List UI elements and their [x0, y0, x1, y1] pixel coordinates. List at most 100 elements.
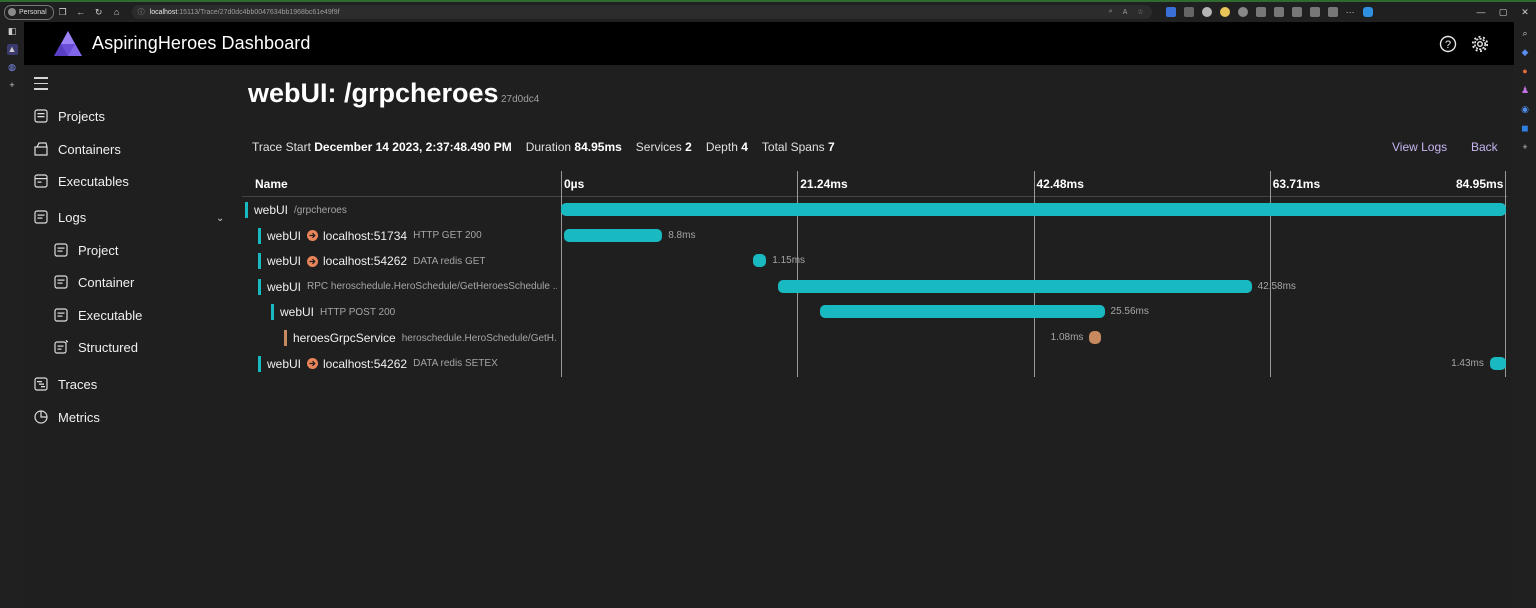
nav-metrics[interactable]: Metrics [34, 408, 100, 426]
more-menu-icon[interactable]: ··· [1346, 7, 1355, 17]
app-header: AspiringHeroes Dashboard ? [24, 22, 1514, 65]
zoom-icon[interactable]: ⌕ [1109, 8, 1113, 16]
timeline-tick-label: 63.71ms [1272, 177, 1321, 191]
extension-icon[interactable] [1165, 7, 1176, 17]
extensions-icon[interactable] [1327, 7, 1338, 17]
workspaces-icon[interactable]: ❐ [54, 7, 72, 18]
nav-logs-container[interactable]: Container [54, 273, 134, 291]
favorites-icon[interactable] [1273, 7, 1284, 17]
trace-waterfall: Name 0µs 21.24ms 42.48ms 63.71ms 84.95ms web… [242, 171, 1508, 377]
span-bar[interactable] [561, 203, 1506, 216]
address-bar[interactable]: ⓘ localhost :15113/Trace/27d0dc4bb004763… [131, 5, 1152, 19]
span-name-cell: webUI HTTP POST 200 [271, 299, 395, 325]
span-bar[interactable] [777, 279, 1252, 293]
aspire-logo-icon [54, 30, 82, 56]
outgoing-call-icon [307, 255, 319, 267]
extension-shield-icon[interactable] [1183, 7, 1194, 17]
nav-logs-executable[interactable]: Executable [54, 306, 142, 324]
executables-icon [34, 174, 48, 188]
performance-icon[interactable] [1309, 7, 1320, 17]
games-icon[interactable]: ♟ [1520, 85, 1531, 96]
tab-second-icon[interactable]: ◍ [7, 62, 18, 73]
span-row[interactable]: webUI RPC heroschedule.HeroSchedule/GetHe… [242, 274, 1508, 300]
extension-yellow-icon[interactable] [1219, 7, 1230, 17]
tools-icon[interactable]: ● [1520, 66, 1531, 77]
outgoing-call-icon [307, 358, 319, 370]
menu-toggle-icon[interactable] [34, 77, 48, 94]
trace-total-spans: Total Spans 7 [761, 140, 835, 154]
trace-duration: Duration 84.95ms [525, 140, 622, 154]
container-log-icon [54, 275, 68, 289]
nav-label: Traces [58, 376, 98, 392]
nav-containers[interactable]: Containers [34, 140, 121, 158]
span-row[interactable]: webUI localhost:54262 DATA redis GET 1.15ms [242, 248, 1508, 274]
app-title[interactable]: AspiringHeroes Dashboard [92, 33, 311, 54]
span-bar[interactable] [820, 305, 1105, 319]
span-row[interactable]: webUI HTTP POST 200 25.56ms [242, 299, 1508, 325]
gear-icon [1471, 35, 1489, 52]
view-logs-link[interactable]: View Logs [1392, 140, 1447, 154]
extension-sync-icon[interactable] [1237, 7, 1248, 17]
tab-actions-icon[interactable]: ◧ [7, 26, 18, 37]
span-row[interactable]: webUI localhost:51734 HTTP GET 200 8.8ms [242, 223, 1508, 249]
settings-button[interactable] [1470, 34, 1490, 54]
profile-button[interactable]: Personal [4, 4, 54, 20]
span-bar[interactable] [1089, 331, 1102, 344]
span-destination: localhost:54262 [323, 356, 408, 371]
home-icon[interactable]: ⌂ [108, 7, 126, 17]
nav-logs-project[interactable]: Project [54, 241, 118, 259]
span-row[interactable]: webUI/grpcheroes [242, 197, 1508, 223]
nav-logs[interactable]: Logs [34, 208, 86, 226]
back-link[interactable]: Back [1471, 140, 1498, 154]
shopping-icon[interactable]: ◆ [1520, 47, 1531, 58]
project-log-icon [54, 243, 68, 257]
outlook-icon[interactable]: ◼ [1520, 123, 1531, 134]
extension-circle-icon[interactable] [1201, 7, 1212, 17]
maximize-icon[interactable]: ▢ [1492, 7, 1514, 18]
logs-icon [34, 210, 48, 224]
span-name-cell: webUI localhost:54262 DATA redis GET [258, 248, 486, 274]
search-sidebar-icon[interactable]: ⌕ [1520, 28, 1531, 39]
close-window-icon[interactable]: ✕ [1514, 7, 1536, 18]
nav-traces[interactable]: Traces [34, 375, 97, 393]
span-row[interactable]: heroesGrpcService heroschedule.HeroSchedu… [242, 325, 1508, 351]
metrics-icon [34, 410, 48, 424]
chevron-down-icon[interactable]: ⌄ [216, 213, 224, 224]
span-duration-label: 42.58ms [1257, 280, 1296, 292]
split-screen-icon[interactable] [1255, 7, 1266, 17]
read-aloud-icon[interactable]: A [1123, 9, 1128, 16]
copilot-sidebar-icon[interactable]: ◉ [1520, 104, 1531, 115]
span-duration-label: 1.15ms [772, 255, 806, 267]
back-arrow-icon[interactable]: ← [72, 7, 90, 17]
refresh-icon[interactable]: ↻ [90, 7, 108, 18]
service-color-marker [258, 253, 261, 270]
add-sidebar-app-icon[interactable]: + [1520, 142, 1531, 153]
site-info-icon[interactable]: ⓘ [138, 7, 145, 17]
nav-label: Logs [58, 209, 87, 225]
span-destination: localhost:51734 [323, 228, 408, 243]
copilot-icon[interactable] [1362, 7, 1373, 17]
span-bar[interactable] [753, 254, 767, 268]
nav-logs-structured[interactable]: Structured [54, 338, 138, 356]
span-duration-label: 1.08ms [1050, 332, 1084, 343]
minimize-icon[interactable]: — [1470, 7, 1492, 17]
span-name-cell: webUI/grpcheroes [245, 197, 347, 223]
trace-services: Services 2 [635, 140, 692, 154]
nav-label: Metrics [58, 409, 100, 425]
containers-icon [34, 142, 48, 156]
span-row[interactable]: webUI localhost:54262 DATA redis SETEX 1.43… [242, 351, 1508, 377]
tab-aspire-icon[interactable]: ▲ [6, 44, 18, 55]
nav-label: Structured [78, 339, 138, 355]
favorite-star-icon[interactable]: ☆ [1137, 8, 1143, 16]
side-navigation: Projects Containers Executables Logs ⌄ P… [24, 65, 234, 608]
help-button[interactable]: ? [1438, 34, 1458, 54]
nav-label: Containers [58, 141, 121, 157]
nav-projects[interactable]: Projects [34, 107, 105, 125]
span-bar[interactable] [564, 228, 663, 242]
span-bar[interactable] [1489, 356, 1506, 370]
new-tab-icon[interactable]: + [7, 80, 18, 91]
service-color-marker [258, 355, 261, 372]
downloads-icon[interactable] [1291, 7, 1302, 17]
nav-executables[interactable]: Executables [34, 172, 129, 190]
service-color-marker [245, 202, 248, 218]
